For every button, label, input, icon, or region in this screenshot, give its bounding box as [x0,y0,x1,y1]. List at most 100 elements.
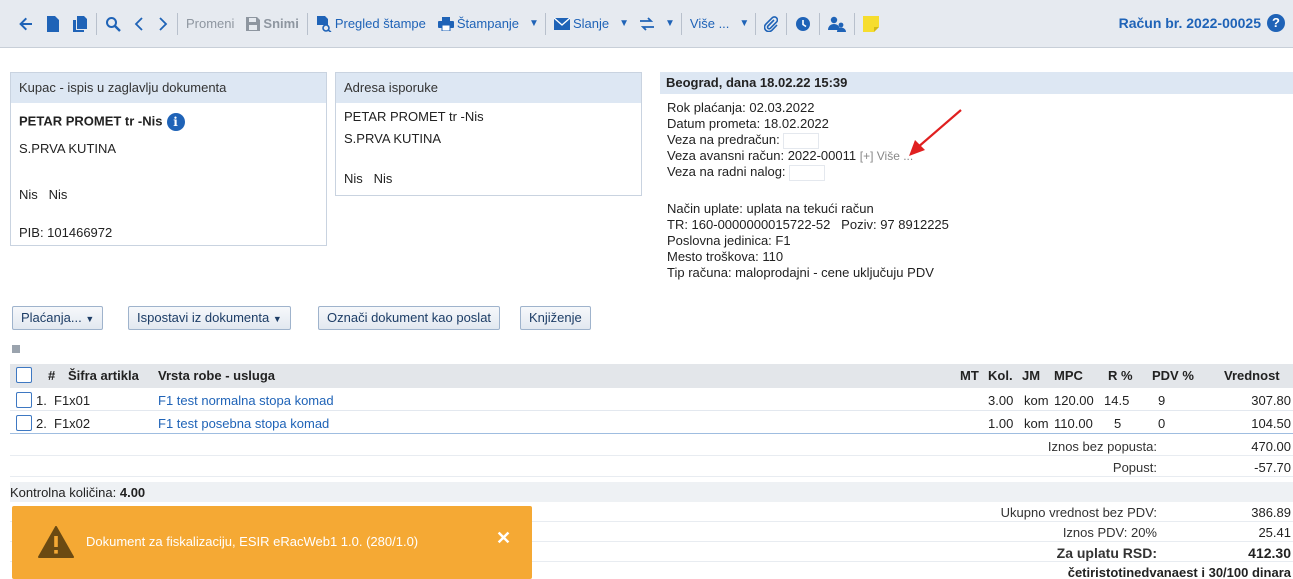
more-button[interactable]: Više ... [684,10,736,38]
work-order-field[interactable] [789,164,826,181]
proforma-link-line: Veza na predračun: [667,132,820,149]
exchange-icon [640,16,654,31]
control-quantity-label: Kontrolna količina: [10,485,117,500]
row-discount: 14.5 [1104,393,1130,408]
edit-button[interactable]: Promeni [180,10,240,38]
delivery-header: Adresa isporuke [336,73,641,103]
row-checkbox[interactable] [16,392,32,408]
warning-icon [38,526,74,558]
row-no: 2. [36,416,47,431]
issue-from-button[interactable]: Ispostavi iz dokumenta ▼ [128,306,291,330]
buyer-name-line: PETAR PROMET tr -Nis i [19,113,185,131]
printer-icon [437,16,454,31]
print-preview-label: Pregled štampe [334,16,426,31]
row-name-link[interactable]: F1 test posebna stopa komad [158,416,329,431]
toolbar-separator [854,12,856,35]
row-code: F1x01 [54,393,91,408]
col-price: MPC [1054,368,1083,383]
toolbar: Promeni Snimi Pregled štampe Štampanje ▼… [0,0,1293,48]
info-icon[interactable]: i [166,113,185,131]
col-vat: PDV % [1152,368,1194,383]
col-name: Vrsta robe - usluga [158,368,276,383]
print-dropdown-icon[interactable]: ▼ [525,18,543,29]
more-dropdown-icon[interactable]: ▼ [735,18,753,29]
new-document-button[interactable] [40,10,66,38]
proforma-link-label: Veza na predračun: [667,132,780,147]
more-label: Više ... [689,16,730,31]
next-button[interactable] [151,10,175,38]
back-button[interactable] [12,10,40,38]
chevron-down-icon: ▼ [272,314,282,324]
col-mt: MT [960,368,979,383]
bank-account: TR: 160-0000000015722-52 Poziv: 97 89122… [667,217,949,232]
row-value: 104.50 [1251,416,1291,431]
control-quantity: Kontrolna količina: 4.00 [10,482,1293,502]
row-qty: 3.00 [988,393,1014,408]
help-icon[interactable]: ? [1267,14,1285,32]
copy-button[interactable] [66,10,94,38]
row-unit: kom [1024,393,1049,408]
row-value: 307.80 [1251,393,1291,408]
toolbar-separator [544,12,546,35]
delivery-street: S.PRVA KUTINA [344,131,442,146]
close-icon[interactable]: ✕ [496,528,511,549]
delivery-box: Adresa isporuke PETAR PROMET tr -Nis S.P… [335,72,642,196]
invoice-type: Tip računa: maloprodajni - cene uključuj… [667,265,934,280]
row-no: 1. [36,393,47,408]
stop-square-icon[interactable] [12,345,20,353]
row-name-link[interactable]: F1 test normalna stopa komad [158,393,334,408]
posting-button[interactable]: Knjiženje [520,306,591,330]
buyer-header: Kupac - ispis u zaglavlju dokumenta [11,73,326,103]
sum-payable-label: Za uplatu RSD: [1056,545,1157,561]
envelope-icon [553,17,570,30]
row-qty: 1.00 [988,416,1014,431]
transfer-button[interactable] [633,10,661,38]
row-checkbox[interactable] [16,415,32,431]
print-preview-button[interactable]: Pregled štampe [310,10,432,38]
print-button[interactable]: Štampanje [432,10,525,38]
sum-no-discount-label: Iznos bez popusta: [1047,439,1157,454]
trade-date: Datum prometa: 18.02.2022 [667,116,829,131]
table-row[interactable]: 1. F1x01 F1 test normalna stopa komad 3.… [10,389,1293,411]
save-button[interactable]: Snimi [240,10,304,38]
previous-button[interactable] [127,10,151,38]
sum-payable-value: 412.30 [1248,545,1291,561]
buyer-name: PETAR PROMET tr -Nis [19,113,163,129]
sum-vat-label: Iznos PDV: 20% [1062,525,1157,540]
mark-sent-button[interactable]: Označi dokument kao poslat [318,306,501,330]
sum-in-words-text: četiristotinedvanaest i 30/100 dinara [1067,565,1291,579]
table-row[interactable]: 2. F1x02 F1 test posebna stopa komad 1.0… [10,412,1293,434]
chevron-right-icon [159,16,168,31]
items-table-header: # Šifra artikla Vrsta robe - usluga MT K… [10,364,1293,388]
proforma-link-field[interactable] [783,132,820,149]
users-button[interactable] [822,10,852,38]
send-button[interactable]: Slanje [548,10,615,38]
history-button[interactable] [789,10,817,38]
sum-net-label: Ukupno vrednost bez PDV: [1000,505,1157,520]
send-dropdown-icon[interactable]: ▼ [615,18,633,29]
col-no: # [48,368,56,383]
document-title: Račun br. 2022-00025 [1118,15,1261,31]
annotation-arrow-icon [909,109,962,156]
row-price: 120.00 [1054,393,1094,408]
sum-net-value: 386.89 [1251,505,1291,520]
payments-button[interactable]: Plaćanja... ▼ [12,306,104,330]
col-code: Šifra artikla [68,368,139,383]
note-button[interactable] [857,10,885,38]
delivery-name: PETAR PROMET tr -Nis [344,109,484,124]
buyer-pib: PIB: 101466972 [19,225,113,240]
transfer-dropdown-icon[interactable]: ▼ [661,18,679,29]
row-price: 110.00 [1054,416,1093,431]
users-icon [828,16,847,32]
select-all-checkbox[interactable] [16,367,32,383]
edit-label: Promeni [186,16,235,31]
buyer-box: Kupac - ispis u zaglavlju dokumenta PETA… [10,72,327,246]
col-value: Vrednost [1224,368,1280,383]
cost-center: Mesto troškova: 110 [667,249,784,264]
toolbar-separator [755,12,757,35]
search-button[interactable] [99,10,127,38]
paperclip-icon [764,15,779,32]
attachment-button[interactable] [758,10,784,38]
sum-vat-value: 25.41 [1258,525,1291,540]
copy-icon [73,15,87,32]
